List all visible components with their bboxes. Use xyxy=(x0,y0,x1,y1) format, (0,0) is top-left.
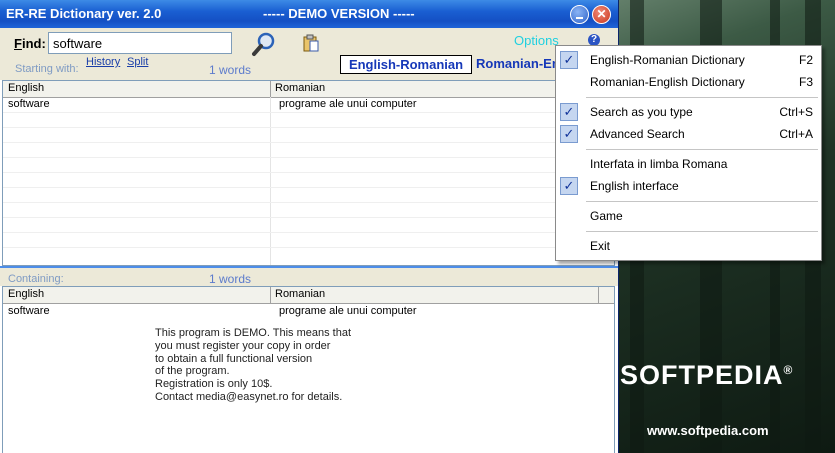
demo-banner: ----- DEMO VERSION ----- xyxy=(263,6,415,21)
starting-with-label: Starting with: xyxy=(15,63,79,75)
menu-item-interfata-romana[interactable]: Interfata in limba Romana xyxy=(556,153,821,175)
softpedia-url: www.softpedia.com xyxy=(647,423,769,438)
dict-english-romanian-button[interactable]: English-Romanian xyxy=(340,55,472,74)
cell-romanian: programe ale unui computer xyxy=(279,98,417,110)
find-label: Find: xyxy=(14,36,46,51)
check-icon: ✓ xyxy=(560,103,578,121)
demo-notice: This program is DEMO. This means that yo… xyxy=(155,327,352,403)
starting-word-count: 1 words xyxy=(209,63,252,77)
menu-item-english-romanian-dictionary[interactable]: ✓ English-Romanian Dictionary F2 xyxy=(556,49,821,71)
menu-separator xyxy=(586,97,818,98)
containing-bar: Containing: 1 words xyxy=(0,266,618,286)
check-icon: ✓ xyxy=(560,51,578,69)
table-row[interactable]: software programe ale unui computer xyxy=(3,304,614,319)
clipboard-button[interactable] xyxy=(302,34,320,52)
split-link[interactable]: Split xyxy=(127,56,148,68)
menu-separator xyxy=(586,201,818,202)
window-title: ER-RE Dictionary ver. 2.0 xyxy=(6,6,162,21)
menu-separator xyxy=(586,231,818,232)
history-link[interactable]: History xyxy=(86,56,120,68)
app-window: ER-RE Dictionary ver. 2.0 ----- DEMO VER… xyxy=(0,0,619,453)
clipboard-icon xyxy=(303,34,319,52)
table-row[interactable]: software programe ale unui computer xyxy=(3,97,614,112)
options-link[interactable]: Options xyxy=(514,33,559,48)
column-header-english[interactable]: English xyxy=(8,82,44,94)
check-icon: ✓ xyxy=(560,125,578,143)
table-header: English Romanian xyxy=(3,287,614,304)
find-input[interactable] xyxy=(48,32,232,54)
menu-item-english-interface[interactable]: ✓ English interface xyxy=(556,175,821,197)
cell-romanian: programe ale unui computer xyxy=(279,305,417,317)
menu-separator xyxy=(586,149,818,150)
column-header-english[interactable]: English xyxy=(8,288,44,300)
options-menu: ✓ English-Romanian Dictionary F2 Romania… xyxy=(555,45,822,261)
check-icon: ✓ xyxy=(560,177,578,195)
menu-item-advanced-search[interactable]: ✓ Advanced Search Ctrl+A xyxy=(556,123,821,145)
cell-english: software xyxy=(8,98,50,110)
minimize-icon xyxy=(576,17,583,19)
containing-label: Containing: xyxy=(8,273,64,285)
close-button[interactable]: ✕ xyxy=(592,5,611,24)
menu-item-game[interactable]: Game xyxy=(556,205,821,227)
menu-item-romanian-english-dictionary[interactable]: Romanian-English Dictionary F3 xyxy=(556,71,821,93)
column-header-romanian[interactable]: Romanian xyxy=(275,288,325,300)
search-button[interactable] xyxy=(250,30,278,58)
menu-item-search-as-you-type[interactable]: ✓ Search as you type Ctrl+S xyxy=(556,101,821,123)
softpedia-logo: SOFTPEDIA® xyxy=(620,360,794,390)
starting-results-table[interactable]: English Romanian software programe ale u… xyxy=(2,80,615,266)
menu-item-exit[interactable]: Exit xyxy=(556,235,821,257)
column-header-romanian[interactable]: Romanian xyxy=(275,82,325,94)
minimize-button[interactable] xyxy=(570,5,589,24)
table-header: English Romanian xyxy=(3,81,614,98)
magnifier-icon xyxy=(252,32,275,56)
title-bar[interactable]: ER-RE Dictionary ver. 2.0 ----- DEMO VER… xyxy=(0,0,618,28)
toolbar: Find: Options ? Starting with: History S… xyxy=(0,28,618,80)
containing-word-count: 1 words xyxy=(209,272,252,286)
cell-english: software xyxy=(8,305,50,317)
